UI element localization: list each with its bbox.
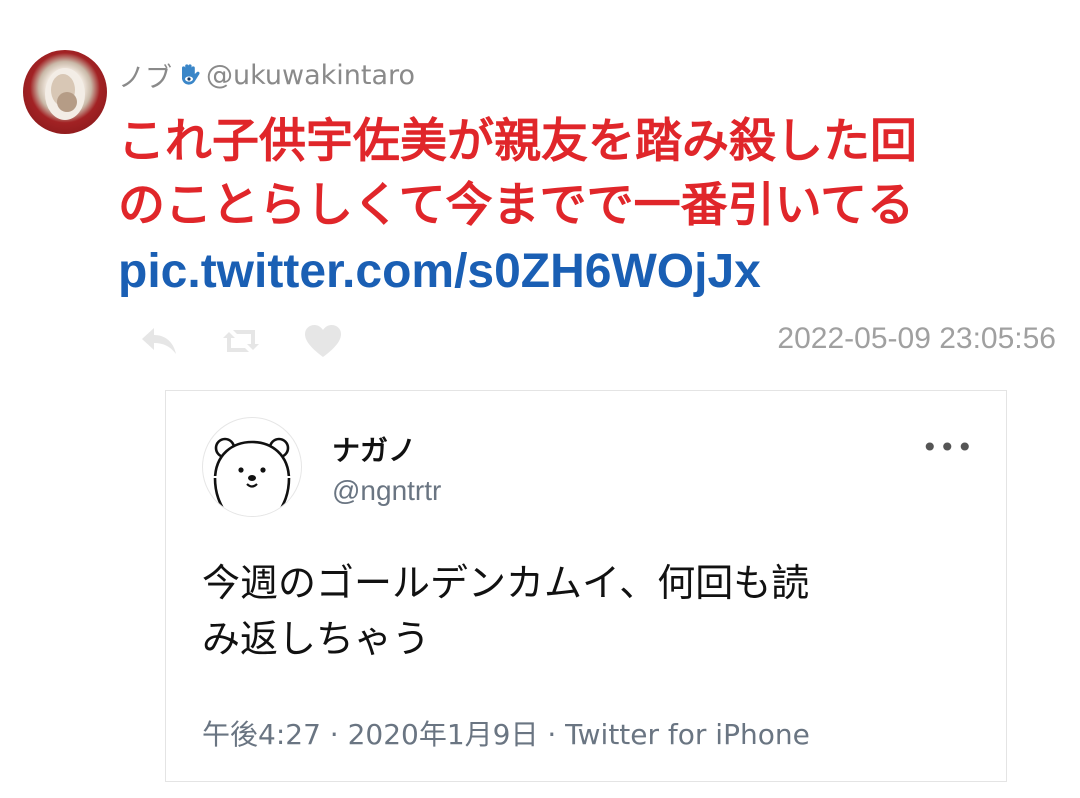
quoted-avatar[interactable] [202,417,302,517]
hamsa-hand-icon [176,62,204,90]
retweet-button[interactable] [218,318,264,364]
tweet-header: ノブ @ukuwakintaro [118,56,415,95]
reply-button[interactable] [136,318,182,364]
quoted-user-handle[interactable]: @ngntrtr [332,475,441,507]
quoted-text-line-1: 今週のゴールデンカムイ、何回も読 [202,561,810,605]
avatar[interactable] [23,50,107,134]
quoted-display-name[interactable]: ナガノ [332,429,416,469]
quoted-text-line-2: み返しちゃう [202,617,431,661]
retweet-icon [223,330,259,352]
quoted-tweet-text: 今週のゴールデンカムイ、何回も読 み返しちゃう [202,555,972,667]
reply-icon [142,328,176,354]
avatar-image [45,68,85,120]
tweet-text: これ子供宇佐美が親友を踏み殺した回 のことらしくて今までで一番引いてる pic.… [118,110,1048,304]
quoted-tweet-meta: 午後4:27 · 2020年1月9日 · Twitter for iPhone [202,718,810,751]
more-options-icon[interactable]: ••• [921,431,974,464]
heart-icon [305,325,341,357]
tweet-timestamp: 2022-05-09 23:05:56 [777,322,1056,355]
quoted-tweet-card[interactable]: ナガノ @ngntrtr ••• 今週のゴールデンカムイ、何回も読 み返しちゃう… [165,390,1007,782]
user-handle[interactable]: @ukuwakintaro [206,60,415,91]
display-name[interactable]: ノブ [118,56,172,95]
tweet-actions [136,318,382,364]
tweet-media-link[interactable]: pic.twitter.com/s0ZH6WOjJx [118,240,1048,304]
like-button[interactable] [300,318,346,364]
tweet-text-line-1: これ子供宇佐美が親友を踏み殺した回 [118,114,917,169]
tweet-text-line-2: のことらしくて今までで一番引いてる [118,178,915,233]
bear-avatar-image [213,437,291,516]
